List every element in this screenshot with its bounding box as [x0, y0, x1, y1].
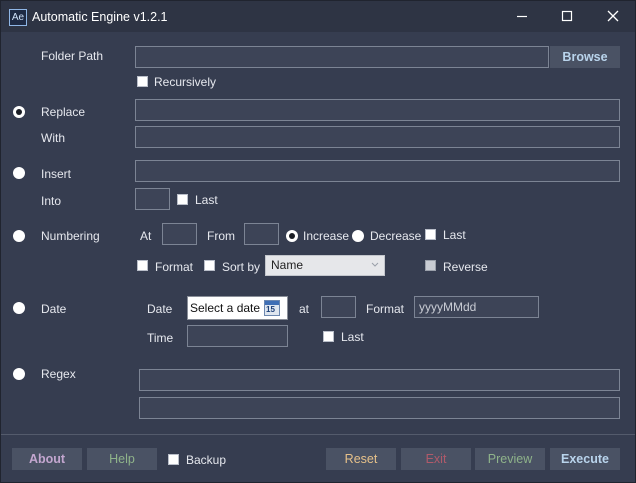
regex-pattern-input[interactable] [139, 369, 620, 391]
into-input[interactable] [135, 188, 170, 210]
recursively-label: Recursively [154, 75, 217, 89]
title-bar: Ae Automatic Engine v1.2.1 [1, 1, 635, 32]
calendar-icon[interactable]: 15 [264, 300, 280, 316]
calendar-day: 15 [266, 305, 275, 314]
insert-field[interactable] [136, 161, 619, 181]
format-label: Format [155, 260, 194, 274]
date-label: Date [147, 302, 173, 316]
insert-label: Insert [41, 167, 72, 181]
folder-path-input[interactable] [135, 46, 549, 68]
reverse-label: Reverse [443, 260, 488, 274]
date-format-label: Format [366, 302, 405, 316]
increase-label: Increase [303, 229, 350, 243]
with-label: With [41, 131, 65, 145]
sortby-select[interactable]: Name [265, 255, 385, 276]
reset-button[interactable]: Reset [326, 448, 396, 470]
date-option-label: Date [41, 302, 67, 316]
into-field[interactable] [136, 189, 169, 209]
numbering-last-checkbox[interactable] [425, 229, 436, 240]
date-at-field[interactable] [322, 297, 355, 317]
date-last-label: Last [341, 330, 364, 344]
numbering-label: Numbering [41, 229, 100, 243]
regex-label: Regex [41, 367, 76, 381]
chevron-down-icon [371, 262, 379, 267]
folder-path-label: Folder Path [41, 49, 104, 63]
date-picker-text: Select a date [190, 301, 261, 315]
replace-label: Replace [41, 105, 86, 119]
footer-divider [1, 434, 635, 435]
date-at-label: at [299, 302, 310, 316]
with-field[interactable] [136, 127, 619, 147]
replace-radio[interactable] [13, 106, 25, 118]
regex-replacement-input[interactable] [139, 397, 620, 419]
date-at-input[interactable] [321, 296, 356, 318]
preview-button[interactable]: Preview [475, 448, 545, 470]
into-label: Into [41, 194, 62, 208]
sortby-checkbox[interactable] [204, 260, 215, 271]
minimize-icon [517, 15, 527, 18]
time-input[interactable] [187, 325, 288, 347]
replace-field[interactable] [136, 100, 619, 120]
execute-button[interactable]: Execute [550, 448, 620, 470]
folder-path-field[interactable] [136, 47, 548, 67]
close-icon [607, 10, 619, 22]
browse-button[interactable]: Browse [550, 46, 620, 68]
numbering-at-input[interactable] [162, 223, 197, 245]
maximize-icon [561, 10, 573, 22]
backup-checkbox[interactable] [168, 454, 179, 465]
regex-pattern-field[interactable] [140, 370, 619, 390]
format-checkbox[interactable] [137, 260, 148, 271]
decrease-radio[interactable] [352, 230, 364, 242]
app-logo-icon: Ae [9, 9, 27, 26]
insert-last-checkbox[interactable] [177, 194, 188, 205]
insert-input[interactable] [135, 160, 620, 182]
maximize-button[interactable] [552, 5, 582, 27]
sortby-value: Name [271, 258, 304, 272]
date-radio[interactable] [13, 302, 25, 314]
with-input[interactable] [135, 126, 620, 148]
app-window: Ae Automatic Engine v1.2.1 Folder Path B… [0, 0, 636, 483]
regex-replacement-field[interactable] [140, 398, 619, 418]
time-label: Time [147, 331, 174, 345]
numbering-from-input[interactable] [244, 223, 279, 245]
numbering-last-label: Last [443, 228, 466, 242]
close-button[interactable] [598, 5, 628, 27]
about-button[interactable]: About [12, 448, 82, 470]
date-picker[interactable]: Select a date 15 [187, 296, 288, 320]
reverse-checkbox[interactable] [425, 260, 436, 271]
exit-button[interactable]: Exit [401, 448, 471, 470]
increase-radio[interactable] [286, 230, 298, 242]
recursively-checkbox[interactable] [137, 76, 148, 87]
date-format-input[interactable] [414, 296, 539, 318]
help-button[interactable]: Help [87, 448, 157, 470]
replace-input[interactable] [135, 99, 620, 121]
numbering-at-label: At [140, 229, 152, 243]
sortby-label: Sort by [222, 260, 261, 274]
backup-label: Backup [186, 453, 227, 467]
numbering-at-field[interactable] [163, 224, 196, 244]
minimize-button[interactable] [507, 5, 537, 27]
date-format-field[interactable] [415, 297, 538, 317]
numbering-from-field[interactable] [245, 224, 278, 244]
insert-radio[interactable] [13, 167, 25, 179]
numbering-radio[interactable] [13, 230, 25, 242]
regex-radio[interactable] [13, 368, 25, 380]
numbering-from-label: From [207, 229, 235, 243]
window-title: Automatic Engine v1.2.1 [32, 10, 168, 24]
decrease-label: Decrease [370, 229, 422, 243]
date-last-checkbox[interactable] [323, 331, 334, 342]
time-field[interactable] [188, 326, 287, 346]
insert-last-label: Last [195, 193, 218, 207]
